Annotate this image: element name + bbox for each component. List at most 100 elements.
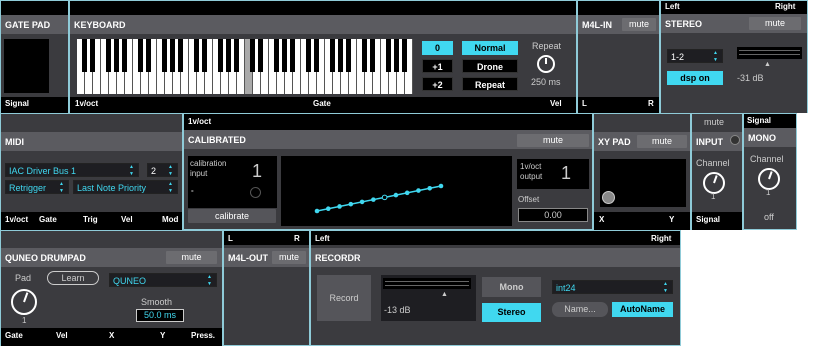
format-select[interactable]: int24 — [552, 280, 673, 295]
y-outlet[interactable]: Y — [160, 331, 165, 340]
dsp-on-button[interactable]: dsp on — [667, 71, 723, 85]
curve-point[interactable] — [427, 185, 433, 191]
calibrate-button[interactable]: calibrate — [188, 209, 276, 223]
black-key[interactable] — [346, 39, 351, 72]
curve-point[interactable] — [381, 194, 388, 201]
pitch-outlet[interactable]: 1v/oct — [5, 215, 28, 224]
gate-pad-area[interactable] — [4, 39, 49, 93]
black-key[interactable] — [282, 39, 287, 72]
curve-point[interactable] — [325, 206, 331, 212]
piano-keyboard[interactable] — [77, 39, 413, 94]
black-key[interactable] — [178, 39, 183, 72]
pitch-inlet[interactable]: 1v/oct — [188, 117, 211, 126]
learn-button[interactable]: Learn — [47, 271, 99, 285]
name-button[interactable]: Name... — [552, 302, 608, 317]
quneo-mute-button[interactable]: mute — [166, 251, 217, 264]
black-key[interactable] — [394, 39, 399, 72]
right-outlet[interactable]: R — [648, 99, 654, 108]
curve-point[interactable] — [404, 190, 410, 196]
device-select[interactable]: 1-2 — [667, 49, 723, 64]
recordr-level-slider-icon[interactable]: ▲ — [441, 291, 448, 298]
xy-pad-area[interactable] — [600, 159, 686, 207]
left-outlet[interactable]: L — [582, 99, 587, 108]
black-key[interactable] — [90, 39, 95, 72]
signal-outlet[interactable]: Signal — [5, 99, 29, 108]
offset-field[interactable]: 0.00 — [518, 208, 588, 222]
black-key[interactable] — [338, 39, 343, 72]
gate-outlet[interactable]: Gate — [39, 215, 57, 224]
pad-knob[interactable] — [11, 289, 37, 315]
input-channel-knob[interactable] — [703, 172, 725, 194]
autoname-button[interactable]: AutoName — [612, 302, 673, 317]
curve-point[interactable] — [371, 197, 376, 202]
left-inlet[interactable]: L — [228, 234, 233, 243]
quneo-device-select[interactable]: QUNEO — [109, 273, 217, 288]
repeat-knob[interactable] — [537, 55, 555, 73]
black-key[interactable] — [386, 39, 391, 72]
mod-outlet[interactable]: Mod — [162, 215, 178, 224]
octave-0-button[interactable]: 0 — [422, 41, 453, 55]
level-slider-icon[interactable]: ▲ — [764, 61, 771, 68]
calibrated-mute-button[interactable]: mute — [517, 134, 589, 147]
curve-point[interactable] — [393, 192, 399, 198]
black-key[interactable] — [402, 39, 407, 72]
black-key[interactable] — [330, 39, 335, 72]
gate-outlet[interactable]: Gate — [313, 99, 331, 108]
m4l-in-mute-button[interactable]: mute — [622, 18, 656, 31]
right-inlet[interactable]: R — [294, 234, 300, 243]
midi-driver-select[interactable]: IAC Driver Bus 1 — [5, 163, 139, 178]
input-mute-button[interactable]: mute — [704, 117, 724, 127]
black-key[interactable] — [146, 39, 151, 72]
black-key[interactable] — [106, 39, 111, 72]
vel-outlet[interactable]: Vel — [121, 215, 133, 224]
black-key[interactable] — [202, 39, 207, 72]
black-key[interactable] — [226, 39, 231, 72]
smooth-field[interactable]: 50.0 ms — [136, 309, 184, 322]
curve-point[interactable] — [348, 201, 354, 207]
black-key[interactable] — [162, 39, 167, 72]
black-key[interactable] — [290, 39, 295, 72]
vel-outlet[interactable]: Vel — [56, 331, 68, 340]
stereo-mute-button[interactable]: mute — [749, 17, 801, 30]
press-outlet[interactable]: Press. — [191, 331, 215, 340]
trigger-mode-select[interactable]: Retrigger — [5, 180, 69, 195]
trig-outlet[interactable]: Trig — [83, 215, 98, 224]
xy-pad-mute-button[interactable]: mute — [637, 135, 687, 148]
curve-point[interactable] — [337, 204, 342, 209]
curve-point[interactable] — [416, 188, 421, 193]
black-key[interactable] — [82, 39, 87, 72]
midi-channel-field[interactable]: 2 — [147, 163, 178, 178]
black-key[interactable] — [122, 39, 127, 72]
black-key[interactable] — [362, 39, 367, 72]
m4l-out-mute-button[interactable]: mute — [272, 251, 306, 264]
drone-mode-button[interactable]: Drone — [462, 59, 518, 73]
black-key[interactable] — [218, 39, 223, 72]
black-key[interactable] — [138, 39, 143, 72]
black-key[interactable] — [306, 39, 311, 72]
signal-inlet[interactable]: Signal — [747, 116, 771, 125]
left-inlet[interactable]: Left — [315, 234, 330, 243]
normal-mode-button[interactable]: Normal — [462, 41, 518, 55]
stereo-button[interactable]: Stereo — [482, 303, 541, 322]
black-key[interactable] — [274, 39, 279, 72]
record-button[interactable]: Record — [317, 275, 371, 321]
right-inlet[interactable]: Right — [651, 234, 671, 243]
repeat-mode-button[interactable]: Repeat — [462, 77, 518, 91]
black-key[interactable] — [370, 39, 375, 72]
black-key[interactable] — [314, 39, 319, 72]
left-inlet[interactable]: Left — [665, 2, 680, 11]
vel-outlet[interactable]: Vel — [550, 99, 562, 108]
curve-point[interactable] — [314, 208, 320, 214]
octave-plus2-button[interactable]: +2 — [422, 77, 453, 91]
mono-button[interactable]: Mono — [482, 277, 541, 297]
curve-point[interactable] — [438, 183, 444, 189]
mono-channel-knob[interactable] — [758, 168, 780, 190]
black-key[interactable] — [250, 39, 255, 72]
x-outlet[interactable]: X — [599, 215, 604, 224]
gate-outlet[interactable]: Gate — [5, 331, 23, 340]
signal-outlet[interactable]: Signal — [696, 215, 720, 224]
octave-plus1-button[interactable]: +1 — [422, 59, 453, 73]
note-priority-select[interactable]: Last Note Priority — [73, 180, 178, 195]
pitch-outlet[interactable]: 1v/oct — [75, 99, 98, 108]
black-key[interactable] — [114, 39, 119, 72]
